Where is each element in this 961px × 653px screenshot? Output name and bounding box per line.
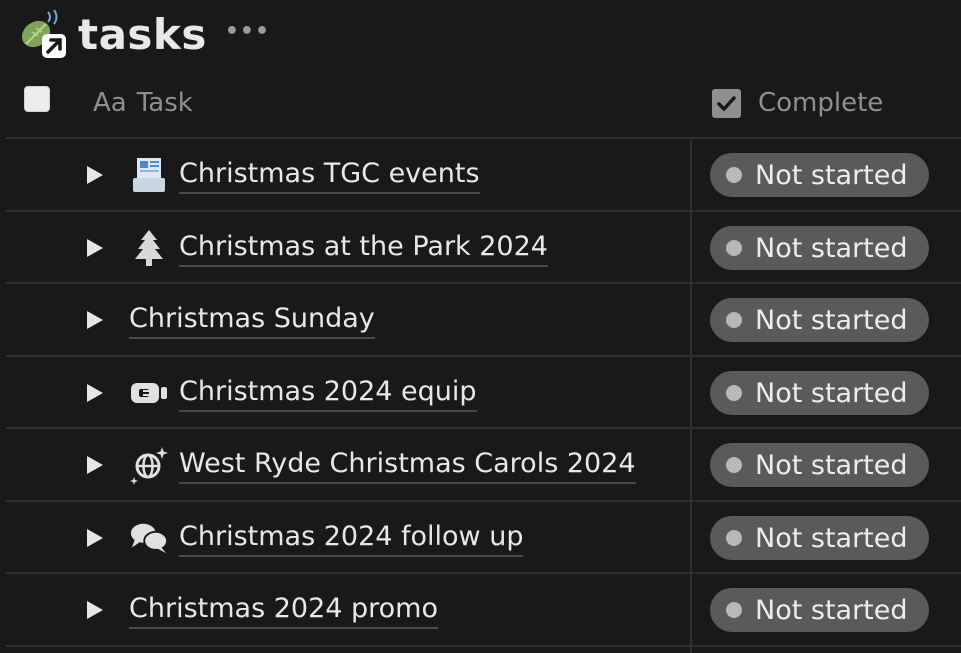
status-dot bbox=[726, 312, 742, 328]
globe-sparkle-icon bbox=[129, 445, 169, 485]
table-row[interactable]: Christmas Sunday Not started bbox=[0, 284, 961, 356]
status-dot bbox=[726, 385, 742, 401]
task-cell[interactable]: Christmas 2024 promo bbox=[129, 588, 438, 632]
task-title[interactable]: Christmas 2024 follow up bbox=[179, 520, 524, 557]
task-title[interactable]: Christmas 2024 equip bbox=[179, 375, 477, 412]
task-cell[interactable]: Christmas 2024 follow up bbox=[129, 516, 524, 560]
task-cell[interactable]: Christmas Sunday bbox=[129, 298, 375, 342]
status-dot bbox=[726, 602, 742, 618]
status-label: Not started bbox=[755, 594, 908, 626]
status-label: Not started bbox=[755, 449, 908, 481]
more-options-icon[interactable]: ••• bbox=[225, 19, 270, 44]
leaf-link-icon[interactable] bbox=[18, 8, 70, 60]
status-dot bbox=[726, 240, 742, 256]
column-header-task[interactable]: Aa Task bbox=[93, 86, 193, 120]
notion-database-view: tasks ••• Aa Task Complete Christmas TGC… bbox=[0, 0, 961, 653]
status-badge[interactable]: Not started bbox=[710, 226, 929, 270]
status-badge[interactable]: Not started bbox=[710, 588, 929, 632]
task-cell[interactable]: Christmas 2024 equip bbox=[129, 371, 477, 415]
expand-toggle-icon[interactable] bbox=[84, 308, 106, 332]
checkbox-icon bbox=[712, 88, 741, 118]
table-row[interactable]: Christmas TGC events Not started bbox=[0, 139, 961, 211]
table-row[interactable]: Christmas at the Park 2024 Not started bbox=[0, 212, 961, 284]
task-cell[interactable]: Christmas TGC events bbox=[129, 153, 480, 197]
expand-toggle-icon[interactable] bbox=[84, 453, 106, 477]
column-header-complete-label: Complete bbox=[758, 88, 884, 118]
expand-toggle-icon[interactable] bbox=[84, 381, 106, 405]
status-dot bbox=[726, 530, 742, 546]
task-title[interactable]: Christmas Sunday bbox=[129, 302, 375, 339]
column-header-complete[interactable]: Complete bbox=[712, 86, 883, 120]
chat-bubbles-icon bbox=[129, 518, 169, 558]
status-badge[interactable]: Not started bbox=[710, 298, 929, 342]
status-label: Not started bbox=[755, 377, 908, 409]
newspaper-icon bbox=[129, 155, 169, 195]
task-title[interactable]: West Ryde Christmas Carols 2024 bbox=[179, 447, 636, 484]
status-dot bbox=[726, 167, 742, 183]
divider bbox=[6, 645, 961, 647]
status-label: Not started bbox=[755, 304, 908, 336]
expand-toggle-icon[interactable] bbox=[84, 236, 106, 260]
task-title[interactable]: Christmas 2024 promo bbox=[129, 592, 438, 629]
status-label: Not started bbox=[755, 232, 908, 264]
expand-toggle-icon[interactable] bbox=[84, 598, 106, 622]
table-row[interactable]: Christmas 2024 follow up Not started bbox=[0, 502, 961, 574]
task-cell[interactable]: West Ryde Christmas Carols 2024 bbox=[129, 443, 636, 487]
christmas-tree-icon bbox=[129, 228, 169, 268]
select-all-checkbox[interactable] bbox=[24, 86, 50, 112]
status-badge[interactable]: Not started bbox=[710, 516, 929, 560]
column-header-row: Aa Task Complete bbox=[0, 66, 961, 137]
status-dot bbox=[726, 457, 742, 473]
expand-toggle-icon[interactable] bbox=[84, 163, 106, 187]
task-title[interactable]: Christmas at the Park 2024 bbox=[179, 230, 548, 267]
expand-toggle-icon[interactable] bbox=[84, 526, 106, 550]
text-aa-icon: Aa bbox=[93, 88, 127, 118]
status-badge[interactable]: Not started bbox=[710, 371, 929, 415]
database-title[interactable]: tasks bbox=[78, 10, 207, 59]
task-cell[interactable]: Christmas at the Park 2024 bbox=[129, 226, 548, 270]
status-badge[interactable]: Not started bbox=[710, 153, 929, 197]
column-header-task-label: Task bbox=[136, 88, 193, 118]
table-row[interactable]: West Ryde Christmas Carols 2024 Not star… bbox=[0, 429, 961, 501]
status-label: Not started bbox=[755, 159, 908, 191]
table-row[interactable]: Christmas 2024 promo Not started bbox=[0, 574, 961, 646]
task-title[interactable]: Christmas TGC events bbox=[179, 157, 480, 194]
status-label: Not started bbox=[755, 522, 908, 554]
table-row[interactable]: Christmas 2024 equip Not started bbox=[0, 357, 961, 429]
status-badge[interactable]: Not started bbox=[710, 443, 929, 487]
database-header: tasks ••• bbox=[18, 6, 270, 62]
plug-icon bbox=[129, 373, 169, 413]
